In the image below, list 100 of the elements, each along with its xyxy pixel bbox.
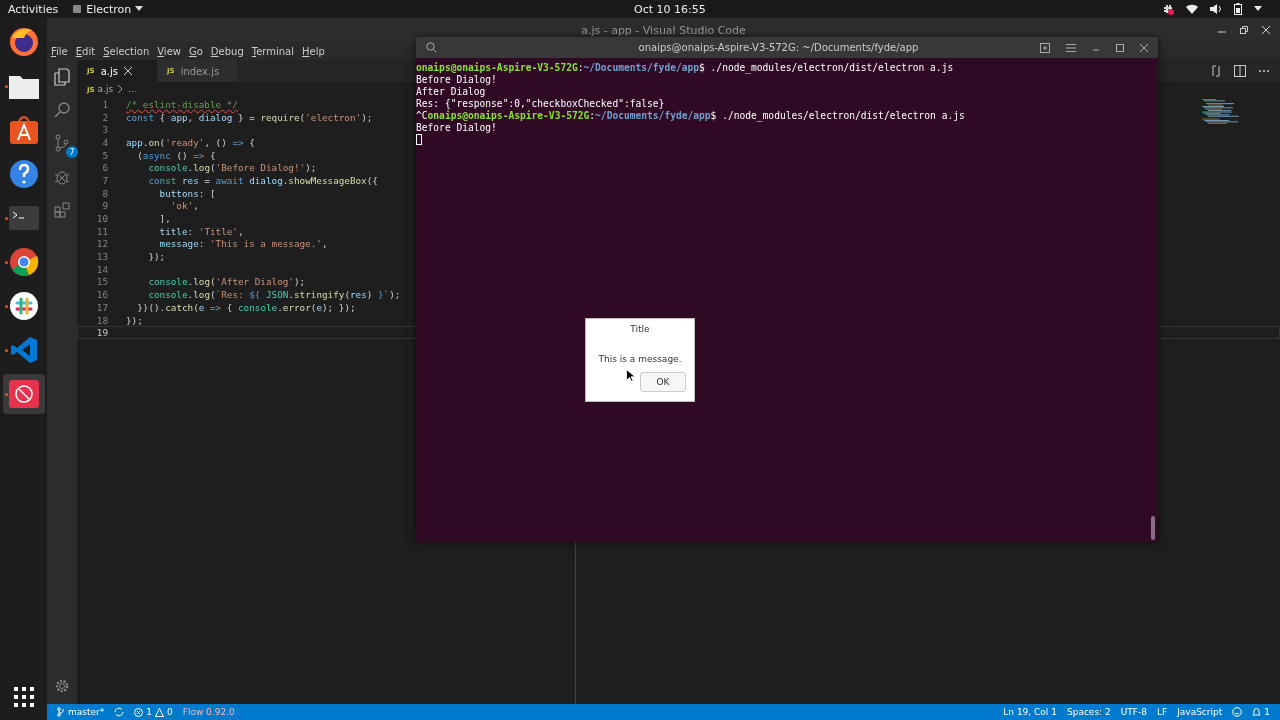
- code-line: /* eslint-disable */: [126, 98, 238, 110]
- dialog-title: Title: [630, 324, 650, 334]
- mouse-pointer-icon: [626, 369, 635, 382]
- close-icon[interactable]: [1140, 43, 1148, 52]
- chevron-icon: [118, 85, 124, 93]
- menu-item[interactable]: Edit: [75, 45, 96, 57]
- wifi-icon[interactable]: [1186, 4, 1198, 14]
- menu-item[interactable]: Selection: [103, 45, 150, 57]
- terminal-line: Res: {"response":0,"checkboxChecked":false}: [416, 98, 666, 110]
- terminal-line: Before Dialog!: [416, 122, 498, 134]
- code-line: console.log('Before Dialog!');: [147, 162, 317, 174]
- problems-status[interactable]: 1 0: [134, 707, 173, 717]
- terminal-line: Before Dialog!: [416, 74, 498, 86]
- line-number: 17: [95, 301, 108, 313]
- hash-icon: [8, 291, 39, 321]
- sync-icon[interactable]: [114, 707, 125, 717]
- notifications-status[interactable]: 1: [1252, 707, 1270, 717]
- branch-status[interactable]: master*: [57, 707, 105, 717]
- extensions-icon[interactable]: [54, 202, 70, 218]
- globe-icon: [7, 26, 40, 58]
- line-number: 4: [101, 136, 108, 148]
- terminal-icon: [8, 206, 39, 230]
- bug-icon[interactable]: [54, 168, 70, 186]
- status-item[interactable]: UTF-8: [1120, 707, 1147, 717]
- menu-item[interactable]: Go: [188, 45, 203, 57]
- shopping-bag-icon: [8, 115, 39, 145]
- help-icon: [8, 159, 39, 189]
- scrollbar[interactable]: [1151, 516, 1155, 540]
- code-line: message: 'This is a message.',: [158, 238, 328, 250]
- line-number: 6: [101, 162, 108, 174]
- count-badge: 7: [66, 146, 78, 158]
- menu-item[interactable]: Debug: [210, 45, 244, 57]
- terminal-title: onaips@onaips-Aspire-V3-572G: ~/Documents/fyde/app: [637, 42, 920, 53]
- branch-icon[interactable]: [54, 134, 70, 152]
- compare-icon[interactable]: [1210, 65, 1222, 77]
- status-item[interactable]: LF: [1156, 707, 1168, 717]
- status-item[interactable]: Spaces: 2: [1066, 707, 1111, 717]
- code-line: const res = await dialog.showMessageBox({: [147, 174, 378, 186]
- app-grid-icon[interactable]: [12, 686, 35, 708]
- line-number: 5: [101, 149, 108, 161]
- caret-icon[interactable]: [1254, 6, 1262, 12]
- window-title: a.js - app - Visual Studio Code: [581, 23, 746, 37]
- line-number: 12: [95, 238, 108, 250]
- breadcrumb-item[interactable]: ...: [128, 84, 137, 94]
- code-line: (async () => {: [136, 149, 216, 161]
- smiley-icon[interactable]: [1232, 707, 1243, 717]
- line-number: 10: [95, 213, 108, 225]
- warning-icon: [155, 707, 164, 717]
- clock[interactable]: Oct 10 16:55: [634, 2, 706, 16]
- line-number: 14: [95, 263, 108, 275]
- line-number: 1: [101, 98, 108, 110]
- battery-icon[interactable]: [1234, 3, 1242, 15]
- error-icon: [134, 707, 144, 717]
- app-icon: [72, 4, 83, 14]
- close-icon[interactable]: [1262, 26, 1270, 34]
- volume-icon[interactable]: [1210, 4, 1222, 14]
- menu-item[interactable]: Help: [302, 45, 325, 57]
- line-number: 19: [95, 327, 108, 339]
- code-line: 'ok',: [169, 200, 199, 212]
- menu-item[interactable]: View: [157, 45, 181, 57]
- line-number: 11: [95, 225, 108, 237]
- dock-item[interactable]: [2, 374, 45, 414]
- restore-icon[interactable]: [1240, 26, 1248, 34]
- terminal-line: onaips@onaips-Aspire-V3-572G:~/Documents/fyde/app$ ./node_modules/electron/dist/electron a.js: [416, 62, 955, 74]
- code-line: buttons: [: [158, 187, 216, 199]
- line-number: 9: [101, 200, 108, 212]
- search-icon[interactable]: [54, 102, 70, 118]
- code-line: title: 'Title',: [158, 225, 244, 237]
- code-editor-icon: [9, 336, 38, 364]
- line-number: 16: [95, 289, 108, 301]
- code-line: });: [147, 251, 166, 263]
- close-icon[interactable]: [123, 67, 132, 75]
- search-icon[interactable]: [426, 42, 437, 53]
- blocked-icon: [8, 380, 39, 408]
- app-menu[interactable]: Electron: [72, 2, 144, 16]
- chrome-icon: [8, 247, 39, 277]
- menu-icon[interactable]: [1066, 43, 1076, 52]
- maximize-icon[interactable]: [1116, 43, 1124, 52]
- text-cursor: [416, 134, 422, 145]
- files-icon[interactable]: [54, 68, 70, 86]
- terminal-line: After Dialog: [416, 86, 487, 98]
- split-editor-icon[interactable]: [1234, 65, 1246, 77]
- code-line: });: [126, 314, 143, 326]
- line-number: 18: [95, 314, 108, 326]
- code-line: const { app, dialog } = require('electron');: [126, 111, 373, 123]
- code-line: ],: [158, 213, 171, 225]
- line-number: 15: [95, 276, 108, 288]
- code-line: })().catch(e => { console.error(e); });: [136, 301, 356, 313]
- more-icon[interactable]: [1258, 69, 1270, 73]
- code-line: app.on('ready', () => {: [126, 136, 255, 148]
- new-tab-icon[interactable]: [1040, 42, 1050, 53]
- status-item[interactable]: JavaScript: [1177, 707, 1223, 717]
- line-number: 13: [95, 251, 108, 263]
- settings-icon[interactable]: [54, 678, 70, 694]
- menu-item[interactable]: Terminal: [251, 45, 294, 57]
- activities-button[interactable]: Activities: [8, 2, 59, 16]
- ok-button[interactable]: OK: [640, 372, 686, 392]
- menu-item[interactable]: File: [51, 45, 68, 57]
- status-item[interactable]: Ln 19, Col 1: [1003, 707, 1057, 717]
- slack-tray-icon[interactable]: [1162, 3, 1174, 15]
